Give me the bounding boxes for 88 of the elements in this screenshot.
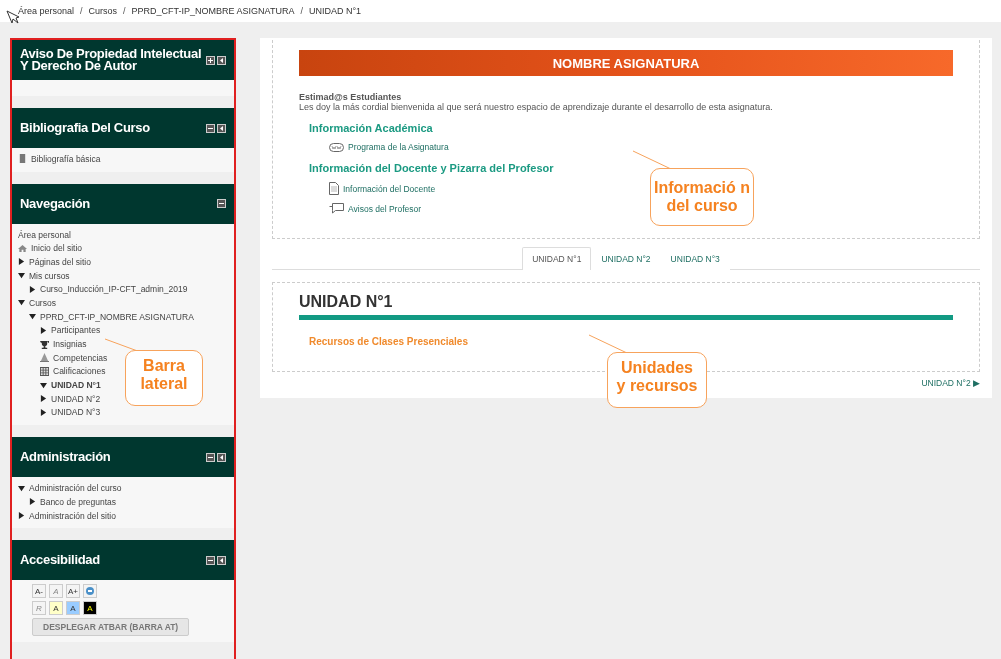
unit-tab[interactable]: UNIDAD N°1 xyxy=(522,247,592,270)
nav-link[interactable]: Curso_Inducción_IP-CFT_admin_2019 xyxy=(40,284,188,295)
font-button[interactable]: A+ xyxy=(66,584,80,599)
collapse-button[interactable] xyxy=(206,555,215,565)
section-heading: Información del Docente y Pizarra del Profesor xyxy=(309,162,555,174)
collapse-button[interactable] xyxy=(217,199,226,209)
breadcrumb-separator: / xyxy=(80,6,83,16)
welcome-text: Les doy la más cordial bienvenida al que será nuestro espacio de aprendizaje durante el desarrollo de esta asignatura. xyxy=(299,102,774,112)
resource-link[interactable]: Avisos del Profesor xyxy=(348,203,422,214)
triangle-icon[interactable] xyxy=(29,285,36,293)
font-button[interactable]: A xyxy=(83,601,97,616)
triangle-icon[interactable] xyxy=(18,512,25,520)
nav-link[interactable]: UNIDAD N°1 xyxy=(51,380,101,391)
nav-link[interactable]: Inicio del sitio xyxy=(31,243,83,254)
nav-link[interactable]: Área personal xyxy=(18,229,71,240)
nav-link[interactable]: Insignias xyxy=(53,339,87,350)
font-button[interactable]: A xyxy=(66,601,80,616)
minus-icon xyxy=(208,454,213,460)
nav-link[interactable]: UNIDAD N°2 xyxy=(51,393,101,404)
block-title: Bibliografia Del Curso xyxy=(20,122,150,134)
callout-label: Informació n del curso xyxy=(650,168,754,226)
section-heading: Información Académica xyxy=(309,122,434,134)
nav-link[interactable]: Banco de preguntas xyxy=(40,496,117,507)
breadcrumb-link[interactable]: Cursos xyxy=(88,6,118,16)
pyramid-icon xyxy=(40,353,49,363)
triangle-icon[interactable] xyxy=(40,326,47,334)
font-button[interactable]: A xyxy=(49,601,63,616)
left-arrow-icon xyxy=(219,454,224,460)
callout-label: Unidades y recursos xyxy=(607,352,707,408)
course-banner: NOMBRE ASIGNATURA xyxy=(299,50,953,76)
block-title: Navegación xyxy=(20,197,90,210)
leader-line xyxy=(588,334,628,354)
dock-button[interactable] xyxy=(217,55,226,65)
minus-icon xyxy=(219,201,224,207)
breadcrumb-separator: / xyxy=(123,6,126,16)
block-title: Accesibilidad xyxy=(20,554,100,567)
breadcrumb-link[interactable]: UNIDAD N°1 xyxy=(309,6,362,16)
triangle-icon[interactable] xyxy=(29,313,36,321)
nav-link[interactable]: Participantes xyxy=(51,325,101,336)
nav-link[interactable]: Mis cursos xyxy=(29,270,70,281)
toolbar-button[interactable]: DESPLEGAR ATBAR (BARRA AT) xyxy=(32,618,190,637)
leader-line xyxy=(632,150,672,170)
resource-link[interactable]: Programa de la Asignatura xyxy=(348,142,449,152)
dock-button[interactable] xyxy=(217,123,226,133)
triangle-icon[interactable] xyxy=(29,498,36,506)
dock-button[interactable] xyxy=(217,555,226,565)
plus-icon xyxy=(208,57,213,63)
resource-link[interactable]: Información del Docente xyxy=(343,183,436,194)
speech-bubble-icon xyxy=(329,203,344,214)
minus-icon xyxy=(208,557,213,563)
nav-link[interactable]: Calificaciones xyxy=(53,366,106,377)
nav-link[interactable]: Administración del curso xyxy=(29,483,122,494)
block-title: Administración xyxy=(20,451,111,464)
left-arrow-icon xyxy=(219,557,224,563)
nav-link[interactable]: Páginas del sitio xyxy=(29,256,91,267)
document-icon xyxy=(329,182,339,195)
nav-link[interactable]: Bibliografía básica xyxy=(31,153,101,164)
callout-label: Barra lateral xyxy=(125,350,203,406)
next-unit-link[interactable]: UNIDAD N°2 ▶ xyxy=(921,378,980,388)
triangle-icon[interactable] xyxy=(18,272,25,280)
triangle-icon[interactable] xyxy=(40,395,47,403)
triangle-icon[interactable] xyxy=(18,258,25,266)
home-icon xyxy=(18,243,27,253)
triangle-icon[interactable] xyxy=(18,299,25,307)
triangle-icon[interactable] xyxy=(18,484,25,492)
left-arrow-icon xyxy=(219,57,224,63)
minus-icon xyxy=(208,125,213,131)
triangle-icon[interactable] xyxy=(40,408,47,416)
left-arrow-icon xyxy=(219,125,224,131)
greeting-text: Estimad@s Estudiantes xyxy=(299,92,403,102)
unit-title: UNIDAD N°1 xyxy=(299,293,394,311)
nav-link[interactable]: UNIDAD N°3 xyxy=(51,407,101,418)
grid-icon xyxy=(40,366,49,376)
dock-button[interactable] xyxy=(217,452,226,462)
nav-link[interactable]: Administración del sitio xyxy=(29,510,116,521)
nav-link[interactable]: Cursos xyxy=(29,297,56,308)
nav-link[interactable]: Competencias xyxy=(53,352,108,363)
breadcrumb-link[interactable]: PPRD_CFT-IP_NOMBRE ASIGNATURA xyxy=(131,6,295,16)
collapse-button[interactable] xyxy=(206,123,215,133)
font-button[interactable]: A- xyxy=(32,584,46,599)
breadcrumb-link[interactable]: Área personal xyxy=(18,6,75,16)
block-title: Aviso De Propiedad Intelectual Y Derecho De Autor xyxy=(20,48,203,72)
breadcrumb-separator: / xyxy=(300,6,303,16)
trophy-icon xyxy=(40,339,49,349)
triangle-icon[interactable] xyxy=(40,381,47,389)
nav-link[interactable]: PPRD_CFT-IP_NOMBRE ASIGNATURA xyxy=(40,311,194,322)
expand-button[interactable] xyxy=(206,55,215,65)
collapse-button[interactable] xyxy=(206,452,215,462)
